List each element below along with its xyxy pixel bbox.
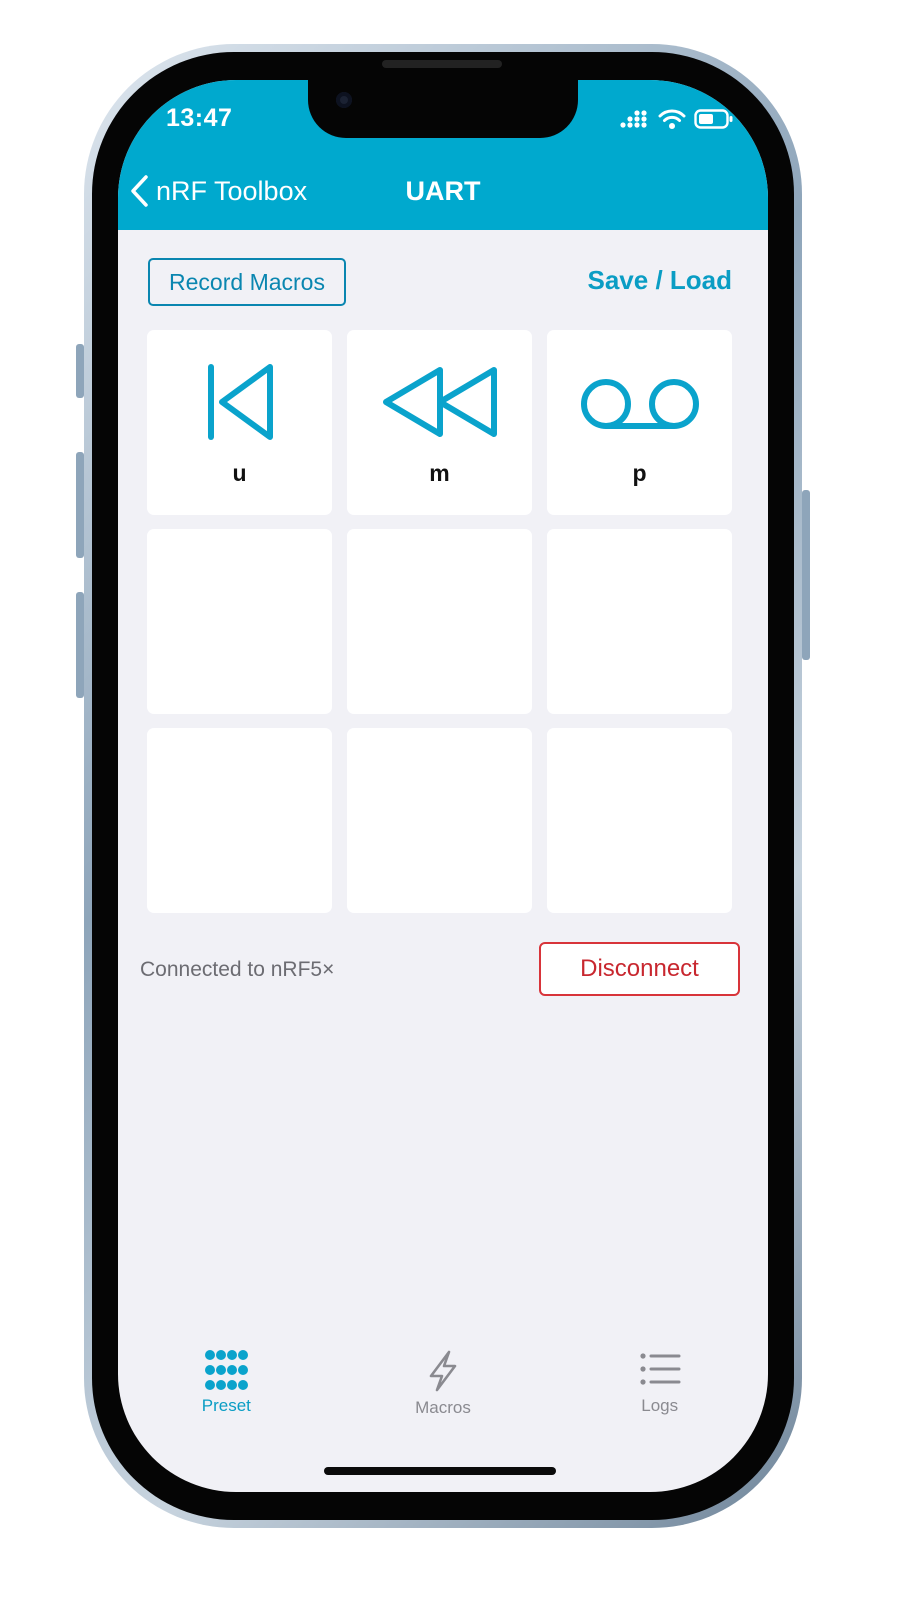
tab-label: Macros [415,1398,471,1417]
home-indicator[interactable] [324,1467,556,1475]
preset-button-6[interactable] [547,529,732,714]
rewind-icon [382,367,497,437]
connection-status: Connected to nRF5× [140,958,335,981]
side-button-silent [76,344,84,398]
tab-label: Preset [201,1396,251,1415]
preset-button-7[interactable] [147,728,332,913]
record-macros-button[interactable]: Record Macros [148,258,346,306]
save-load-button[interactable]: Save / Load [588,265,733,296]
status-time: 13:47 [166,104,233,132]
page-title: UART [405,176,481,206]
cellular-signal-icon [620,110,647,128]
preset-button-4[interactable] [147,529,332,714]
preset-button-8[interactable] [347,728,532,913]
voicemail-icon [580,379,699,429]
tab-bar: Preset Macros Logs [118,1350,768,1440]
notch [308,80,578,138]
preset-label: p [632,460,647,486]
preset-button-2[interactable]: m [347,330,532,515]
list-icon [640,1353,681,1385]
tab-preset[interactable]: Preset [118,1350,335,1440]
disconnect-button[interactable]: Disconnect [539,942,740,996]
stage: 13:47 nRF Toolbox UART Record Macros Sav… [0,0,900,1600]
front-camera [336,92,352,108]
preset-grid: u m p [147,330,735,913]
grid-dots-icon [205,1350,249,1390]
skip-back-icon [207,364,273,440]
preset-button-3[interactable]: p [547,330,732,515]
lightning-icon [429,1350,457,1392]
wifi-icon [658,109,686,129]
side-button-power [802,490,810,660]
side-button-volume-up [76,452,84,558]
tab-label: Logs [641,1396,679,1415]
side-button-volume-down [76,592,84,698]
speaker-grille [382,60,502,68]
tab-macros[interactable]: Macros [335,1350,552,1440]
preset-label: u [232,460,247,486]
preset-button-1[interactable]: u [147,330,332,515]
preset-button-9[interactable] [547,728,732,913]
screen: 13:47 nRF Toolbox UART Record Macros Sav… [118,80,768,1492]
status-icons [620,108,734,130]
tab-logs[interactable]: Logs [551,1350,768,1440]
battery-icon [694,109,733,129]
preset-label: m [429,460,450,486]
preset-button-5[interactable] [347,529,532,714]
